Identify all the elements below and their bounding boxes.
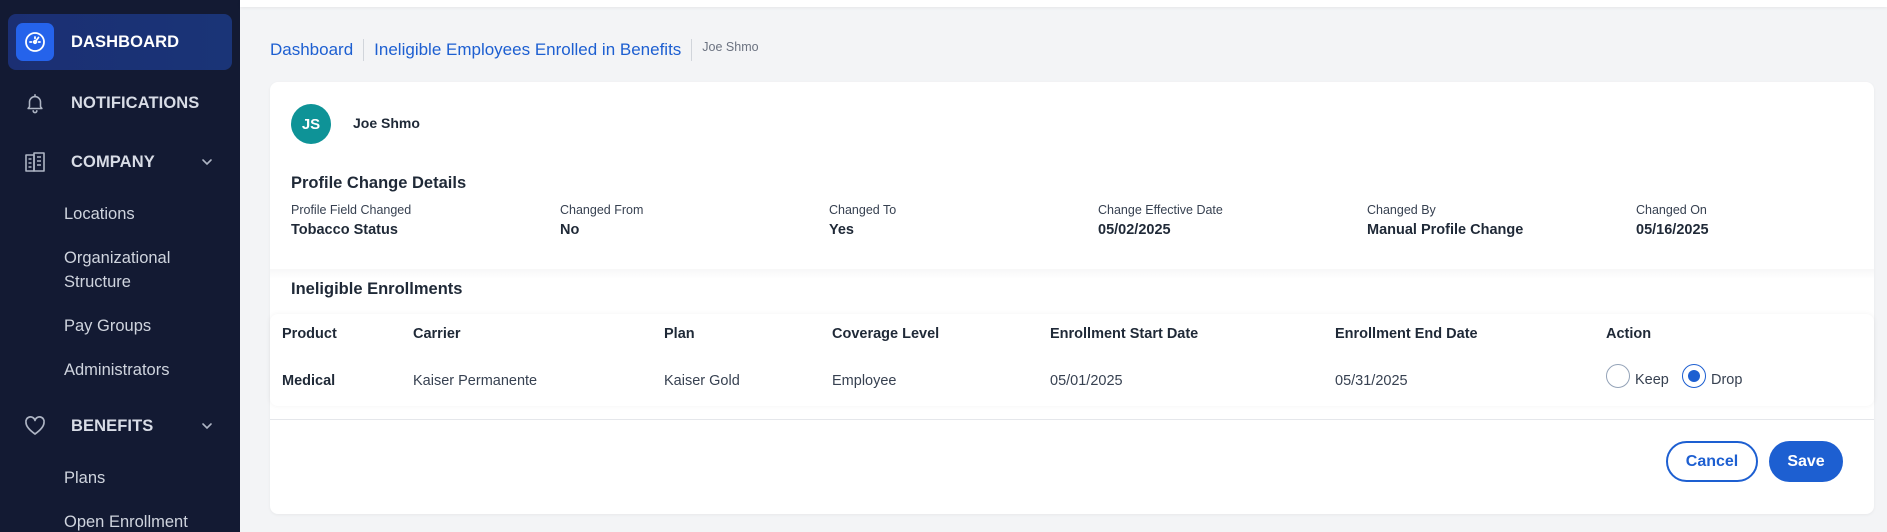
radio-drop-circle[interactable] — [1682, 364, 1706, 388]
cell-coverage-level: Employee — [832, 373, 897, 389]
gauge-icon — [16, 23, 54, 61]
cell-product: Medical — [282, 373, 336, 389]
footer-divider — [270, 419, 1874, 420]
detail-changed-to: Changed To Yes — [829, 202, 896, 239]
breadcrumb: Dashboard Ineligible Employees Enrolled … — [270, 38, 759, 62]
radio-keep-circle[interactable] — [1606, 364, 1630, 388]
cell-carrier: Kaiser Permanente — [413, 373, 538, 389]
building-icon — [16, 143, 54, 181]
col-header-product: Product — [282, 326, 337, 342]
detail-value: Manual Profile Change — [1367, 222, 1524, 238]
sidebar-item-organizational-structure[interactable]: Organizational Structure — [64, 246, 214, 294]
employee-name: Joe Shmo — [353, 115, 420, 131]
breadcrumb-separator — [363, 39, 365, 61]
cell-enrollment-start: 05/01/2025 — [1050, 373, 1123, 389]
sidebar-item-open-enrollment[interactable]: Open Enrollment — [64, 510, 188, 532]
profile-change-title: Profile Change Details — [291, 174, 467, 192]
ineligible-enrollments-title: Ineligible Enrollments — [291, 280, 463, 298]
sidebar-item-locations[interactable]: Locations — [64, 202, 135, 226]
col-header-enrollment-end: Enrollment End Date — [1335, 326, 1478, 342]
breadcrumb-current: Joe Shmo — [702, 40, 759, 54]
top-bar — [240, 0, 1887, 7]
detail-changed-from: Changed From No — [560, 202, 643, 239]
enrollments-table: Product Carrier Plan Coverage Level Enro… — [270, 314, 1874, 406]
detail-value: Yes — [829, 222, 854, 238]
employee-card: JS Joe Shmo Profile Change Details Profi… — [270, 82, 1874, 514]
detail-value: Tobacco Status — [291, 222, 398, 238]
detail-changed-on: Changed On 05/16/2025 — [1636, 202, 1709, 239]
chevron-down-icon[interactable] — [200, 155, 214, 169]
col-header-enrollment-start: Enrollment Start Date — [1050, 326, 1199, 342]
sidebar-item-plans[interactable]: Plans — [64, 466, 105, 490]
sidebar: DASHBOARD NOTIFICATIONS COMPANY Location… — [0, 0, 240, 532]
detail-changed-by: Changed By Manual Profile Change — [1367, 202, 1523, 239]
avatar: JS — [291, 104, 331, 144]
detail-value: No — [560, 222, 580, 238]
detail-value: 05/02/2025 — [1098, 222, 1171, 238]
detail-profile-field: Profile Field Changed Tobacco Status — [291, 202, 411, 239]
detail-label: Profile Field Changed — [291, 203, 412, 217]
nav-dashboard-label: DASHBOARD — [71, 32, 180, 51]
bell-icon — [16, 84, 54, 122]
detail-label: Changed By — [1367, 203, 1436, 217]
col-header-action: Action — [1606, 326, 1652, 342]
cancel-button[interactable]: Cancel — [1666, 441, 1758, 482]
breadcrumb-separator — [691, 39, 693, 61]
nav-notifications[interactable]: NOTIFICATIONS — [8, 81, 232, 125]
breadcrumb-ineligible-employees[interactable]: Ineligible Employees Enrolled in Benefit… — [374, 40, 681, 60]
section-divider — [270, 269, 1874, 279]
radio-selected-dot — [1688, 370, 1700, 382]
radio-keep[interactable]: Keep — [1606, 364, 1669, 388]
col-header-coverage-level: Coverage Level — [832, 326, 940, 342]
nav-dashboard[interactable]: DASHBOARD — [8, 14, 232, 70]
cell-plan: Kaiser Gold — [664, 373, 740, 389]
sidebar-item-pay-groups[interactable]: Pay Groups — [64, 314, 151, 338]
detail-change-effective-date: Change Effective Date 05/02/2025 — [1098, 202, 1223, 239]
nav-benefits[interactable]: BENEFITS — [8, 404, 232, 448]
nav-benefits-label: BENEFITS — [71, 416, 154, 435]
detail-label: Changed To — [829, 203, 897, 217]
detail-label: Changed From — [560, 203, 644, 217]
chevron-down-icon[interactable] — [200, 419, 214, 433]
breadcrumb-dashboard[interactable]: Dashboard — [270, 40, 353, 60]
radio-keep-label: Keep — [1635, 372, 1669, 388]
nav-notifications-label: NOTIFICATIONS — [71, 93, 200, 112]
heart-icon — [16, 407, 54, 445]
nav-company-label: COMPANY — [71, 152, 155, 171]
radio-drop-label: Drop — [1711, 372, 1743, 388]
radio-drop[interactable]: Drop — [1682, 364, 1742, 388]
save-button[interactable]: Save — [1769, 441, 1843, 482]
nav-company[interactable]: COMPANY — [8, 140, 232, 184]
col-header-plan: Plan — [664, 326, 695, 342]
detail-label: Change Effective Date — [1098, 203, 1223, 217]
sidebar-item-administrators[interactable]: Administrators — [64, 358, 169, 382]
detail-label: Changed On — [1636, 203, 1707, 217]
col-header-carrier: Carrier — [413, 326, 461, 342]
detail-value: 05/16/2025 — [1636, 222, 1709, 238]
cell-enrollment-end: 05/31/2025 — [1335, 373, 1408, 389]
